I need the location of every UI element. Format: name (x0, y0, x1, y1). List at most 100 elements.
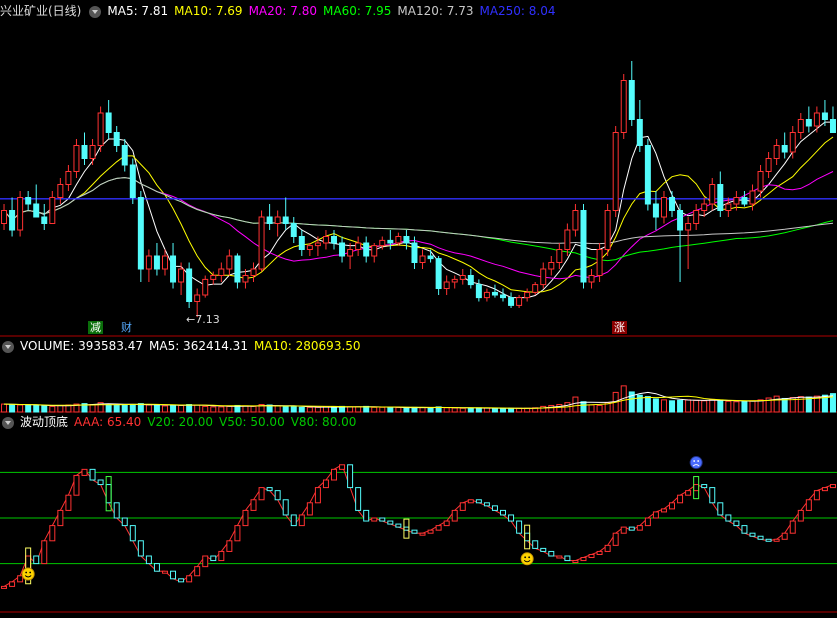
aaa-box (65, 494, 72, 511)
aaa-box (282, 499, 289, 516)
candle-body (161, 255, 168, 270)
candle-body (41, 216, 48, 224)
aaa-box (797, 509, 804, 522)
aaa-box (186, 575, 193, 583)
aaa-box (170, 570, 177, 580)
ma20-label: MA20: 7.80 (248, 4, 317, 18)
aaa-box (73, 474, 80, 496)
v20-label: V20: 20.00 (147, 415, 214, 429)
aaa-box (556, 555, 563, 559)
aaa-box (508, 514, 515, 522)
aaa-box (306, 502, 313, 516)
volume-bar (161, 405, 168, 413)
aaa-box (226, 540, 233, 552)
volume-bar (89, 404, 96, 413)
volume-bar (121, 404, 128, 413)
volume-bar (371, 406, 378, 413)
candle-body (540, 268, 547, 286)
aaa-box (540, 547, 547, 552)
candle-body (644, 145, 651, 205)
aaa-box (483, 502, 490, 507)
aaa-box (781, 532, 788, 540)
candle-body (451, 278, 458, 283)
aaa-box (693, 484, 700, 492)
aaa-box (709, 487, 716, 504)
ma10-label: MA10: 7.69 (174, 4, 243, 18)
candle-body (427, 255, 434, 260)
candle-body (709, 184, 716, 205)
volume-bar (749, 400, 756, 413)
aaa-box (612, 532, 619, 546)
candle-body (741, 197, 748, 205)
candle-body (306, 245, 313, 251)
smiley-eye (524, 556, 527, 559)
aaa-box (314, 487, 321, 504)
candle-body (355, 242, 362, 250)
aaa-box (403, 526, 410, 531)
volume-bar (49, 405, 56, 413)
volume-bar (580, 401, 587, 413)
candle-body (500, 294, 506, 299)
candle-body (701, 203, 708, 211)
volume-bar (218, 406, 225, 413)
candle-body (153, 255, 160, 270)
candle-body (524, 291, 531, 299)
candle-body (628, 80, 635, 120)
volume-bar (491, 407, 498, 413)
aaa-box (387, 520, 394, 525)
badge-rise[interactable]: 涨 (612, 321, 627, 334)
aaa-box (789, 520, 796, 534)
ma60-label: MA60: 7.95 (323, 4, 392, 18)
aaa-box (669, 502, 676, 510)
candle-body (733, 197, 740, 205)
candle-body (685, 223, 692, 231)
volume-bar (202, 405, 209, 413)
sad-face-eye (697, 460, 700, 462)
badge-finance[interactable]: 财 (119, 321, 134, 334)
candle-body (516, 297, 523, 306)
volume-bar (556, 404, 563, 413)
volume-bar (347, 406, 354, 413)
aaa-box (725, 514, 732, 522)
volume-bar (451, 407, 458, 413)
smiley-eye (528, 556, 531, 559)
badge-reduce[interactable]: 减 (88, 321, 103, 334)
candle-body (604, 210, 611, 250)
aaa-box (266, 487, 273, 492)
volume-bar (500, 408, 506, 413)
aaa-box (443, 520, 450, 527)
dropdown-icon[interactable] (2, 340, 14, 353)
aaa-box (363, 509, 370, 522)
candle-body (797, 119, 804, 133)
aaa-box (749, 532, 756, 537)
aaa-box (733, 520, 740, 527)
candle-body (33, 203, 40, 218)
dropdown-icon[interactable] (89, 5, 102, 18)
aaa-box (218, 550, 225, 562)
aaa-box (660, 508, 667, 513)
aaa-box (250, 499, 257, 511)
aaa-box (9, 581, 16, 587)
aaa-box (677, 494, 684, 504)
candle-body (669, 197, 676, 211)
candle-body (121, 145, 128, 166)
volume-ma10-line (3, 395, 834, 409)
aaa-box (395, 523, 402, 528)
aaa-box (322, 479, 329, 489)
candle-body (660, 197, 667, 218)
dropdown-icon[interactable] (2, 416, 14, 429)
aaa-box (121, 517, 128, 527)
volume-bar (145, 404, 152, 413)
volume-bar (274, 405, 281, 413)
candle-body (677, 210, 684, 231)
volume-bar (459, 407, 466, 413)
volume-title: VOLUME: 393583.47 (20, 339, 143, 353)
candle-body (821, 112, 828, 120)
volume-header: VOLUME: 393583.47 MA5: 362414.31 MA10: 280… (0, 337, 367, 355)
aaa-box (89, 468, 96, 481)
volume-bar (250, 405, 257, 413)
ma60-line (3, 177, 834, 262)
candle-body (274, 216, 281, 224)
aaa-box (355, 487, 362, 511)
candle-body (419, 255, 426, 263)
